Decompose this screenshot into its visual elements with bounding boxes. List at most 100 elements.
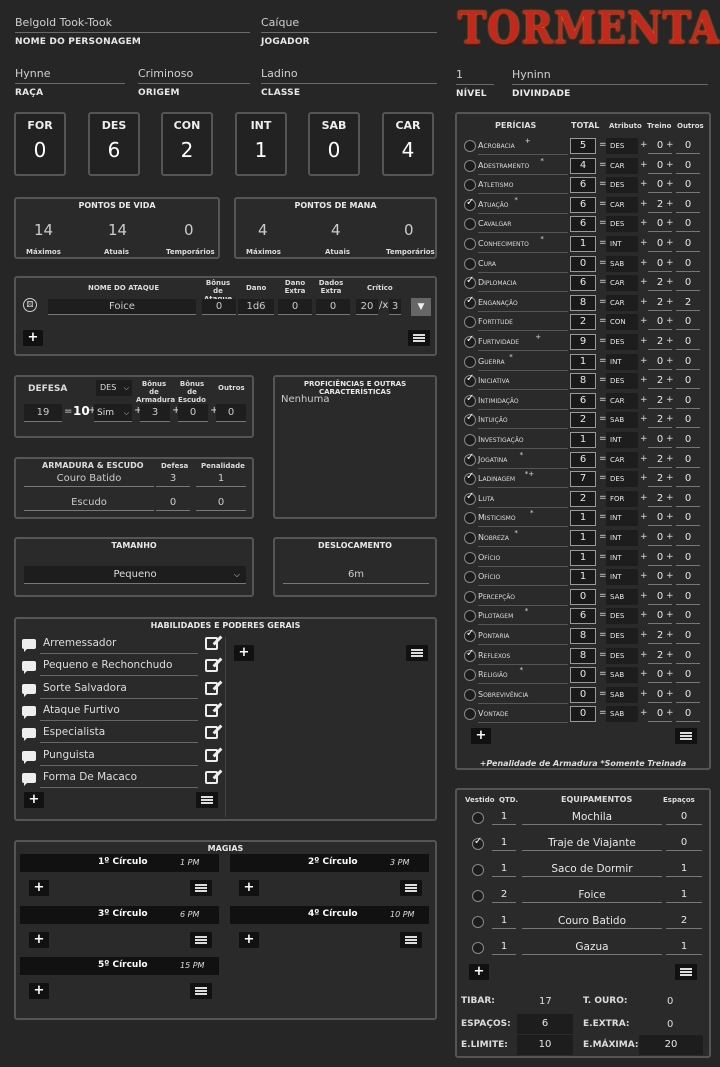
skill-attribute[interactable]: DES <box>606 373 638 390</box>
skill-trained-toggle[interactable] <box>464 140 476 152</box>
ability-list-button-right[interactable] <box>406 645 428 661</box>
skill-others[interactable]: 0 <box>676 256 700 272</box>
edit-icon[interactable] <box>205 681 218 695</box>
skill-others[interactable]: 0 <box>676 589 700 605</box>
skill-others[interactable]: 0 <box>676 373 700 390</box>
attribute-int[interactable]: INT 1 <box>235 112 287 176</box>
skill-others[interactable]: 0 <box>676 393 700 409</box>
add-spell-button[interactable]: + <box>29 932 49 948</box>
skill-row[interactable]: Fortitude 2 = CON + 0 + 0 <box>462 313 707 332</box>
skill-trained-toggle[interactable] <box>464 373 476 388</box>
skill-others[interactable]: 0 <box>676 706 700 723</box>
attack-crit-range[interactable]: 20 <box>356 299 378 315</box>
skill-others[interactable]: 0 <box>676 452 700 468</box>
skill-row[interactable]: Enganação 8 = CAR + 2 + 2 <box>462 294 707 313</box>
chat-icon[interactable] <box>22 683 36 697</box>
gold-value[interactable]: 0 <box>667 996 673 1007</box>
chat-icon[interactable] <box>22 728 36 742</box>
equipment-equipped-toggle[interactable] <box>472 812 484 824</box>
skill-attribute[interactable]: INT <box>606 569 638 586</box>
skill-attribute[interactable]: INT <box>606 236 638 252</box>
skill-row[interactable]: Reflexos 8 = DES + 2 + 0 <box>462 647 707 666</box>
attribute-des[interactable]: DES 6 <box>88 112 140 176</box>
skill-row[interactable]: Furtividade + 9 = DES + 2 + 0 <box>462 333 707 352</box>
skill-attribute[interactable]: DES <box>606 334 638 350</box>
add-ability-button-right[interactable]: + <box>234 645 254 661</box>
attribute-car[interactable]: CAR 4 <box>382 112 434 176</box>
skill-others[interactable]: 0 <box>676 412 700 429</box>
skill-others[interactable]: 0 <box>676 236 700 252</box>
ability-item[interactable]: Punguista <box>22 748 218 768</box>
hp-current[interactable]: 14 <box>108 221 127 239</box>
skill-others[interactable]: 0 <box>676 648 700 664</box>
spell-list-button[interactable] <box>190 880 212 896</box>
add-equipment-button[interactable]: + <box>469 964 489 980</box>
attack-extra-dice[interactable]: 0 <box>316 299 350 315</box>
skill-row[interactable]: Intuição 2 = SAB + 2 + 0 <box>462 411 707 430</box>
skill-others[interactable]: 0 <box>676 667 700 684</box>
equipment-qty[interactable]: 1 <box>492 939 516 955</box>
shield-penalty[interactable]: 0 <box>196 495 246 511</box>
equipment-row[interactable]: 1 Gazua 1 <box>462 938 705 958</box>
chat-icon[interactable] <box>22 705 36 719</box>
skill-trained-toggle[interactable] <box>464 295 476 309</box>
equipment-qty[interactable]: 1 <box>492 809 516 825</box>
skill-others[interactable]: 0 <box>676 158 700 174</box>
edit-icon[interactable] <box>205 637 218 650</box>
equipment-name[interactable]: Foice <box>522 887 662 903</box>
chat-icon[interactable] <box>22 639 36 652</box>
edit-icon[interactable] <box>205 770 218 784</box>
ability-item[interactable]: Pequeno e Rechonchudo <box>22 658 218 678</box>
skill-row[interactable]: Jogatina * 6 = CAR + 2 + 0 <box>462 451 707 470</box>
chat-icon[interactable] <box>22 772 36 786</box>
equipment-qty[interactable]: 2 <box>492 887 516 903</box>
skill-trained-toggle[interactable] <box>464 532 476 544</box>
spell-list-button[interactable] <box>400 932 422 948</box>
add-spell-button[interactable]: + <box>239 880 259 896</box>
ability-list-button[interactable] <box>196 792 218 808</box>
player-name[interactable]: Caíque <box>261 16 299 29</box>
skill-attribute[interactable]: CAR <box>606 451 638 468</box>
attack-damage[interactable]: 1d6 <box>238 299 274 315</box>
armor-defense[interactable]: 3 <box>156 471 190 487</box>
skill-row[interactable]: Investigação 1 = INT + 0 + 0 <box>462 431 707 450</box>
skill-others[interactable]: 0 <box>676 608 700 625</box>
skill-trained-toggle[interactable] <box>464 334 476 348</box>
skill-others[interactable]: 2 <box>676 295 700 311</box>
equipment-equipped-toggle[interactable] <box>472 836 484 850</box>
skill-attribute[interactable]: CAR <box>606 294 638 311</box>
add-spell-button[interactable]: + <box>29 983 49 999</box>
skill-trained-toggle[interactable] <box>464 179 476 192</box>
class-value[interactable]: Ladino <box>261 67 298 80</box>
equipment-row[interactable]: 1 Mochila 0 <box>462 808 705 828</box>
skill-row[interactable]: Acrobacia + 5 = DES + 0 + 0 <box>462 137 707 156</box>
edit-icon[interactable] <box>205 748 218 762</box>
skill-row[interactable]: Luta 2 = FOR + 2 + 0 <box>462 490 707 509</box>
skill-others[interactable]: 0 <box>676 530 700 546</box>
hp-temp[interactable]: 0 <box>184 221 194 239</box>
skill-trained-toggle[interactable] <box>464 571 476 584</box>
equipment-slots[interactable]: 0 <box>666 835 702 851</box>
attack-list-button[interactable] <box>408 330 430 346</box>
skill-trained-toggle[interactable] <box>464 452 476 466</box>
attribute-con[interactable]: CON 2 <box>161 112 213 176</box>
skill-trained-toggle[interactable] <box>464 159 476 172</box>
skill-others[interactable]: 0 <box>676 197 700 213</box>
equipment-row[interactable]: 1 Traje de Viajante 0 <box>462 834 705 854</box>
skill-others[interactable]: 0 <box>676 510 700 527</box>
race-value[interactable]: Hynne <box>15 67 51 80</box>
ability-item[interactable]: Ataque Furtivo <box>22 703 218 723</box>
spell-list-button[interactable] <box>400 880 422 896</box>
mp-max[interactable]: 4 <box>258 221 268 239</box>
equipment-slots[interactable]: 1 <box>666 939 702 955</box>
skill-attribute[interactable]: CAR <box>606 392 638 409</box>
skill-trained-toggle[interactable] <box>464 355 476 368</box>
equipment-name[interactable]: Mochila <box>522 809 662 825</box>
skill-others[interactable]: 0 <box>676 314 700 331</box>
attribute-for[interactable]: FOR 0 <box>14 112 66 176</box>
skill-row[interactable]: Cavalgar 6 = DES + 0 + 0 <box>462 215 707 234</box>
spell-list-button[interactable] <box>190 983 212 999</box>
skill-row[interactable]: Ladinagem *+ 7 = DES + 2 + 0 <box>462 470 707 489</box>
skill-row[interactable]: Ofício 1 = INT + 0 + 0 <box>462 568 707 587</box>
skill-row[interactable]: Pilotagem * 6 = DES + 0 + 0 <box>462 607 707 626</box>
